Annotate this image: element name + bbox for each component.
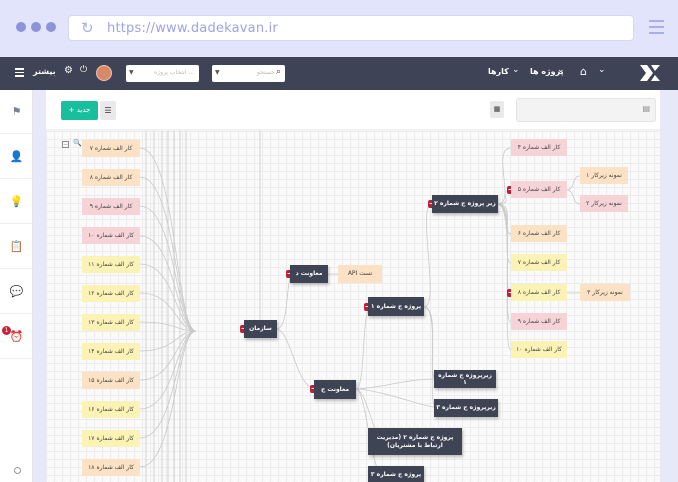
hamburger-icon[interactable] (15, 68, 24, 79)
frame-edge (660, 90, 678, 482)
task-node[interactable]: کار الف شماره ۴ (511, 139, 567, 156)
task-node[interactable]: کار الف شماره ۱۶ (82, 401, 140, 418)
filter-icon[interactable]: ▤ (642, 104, 650, 113)
left-sidebar: ⚑ 👤 💡 📋 💬 ⏰ 1 (0, 90, 33, 482)
window-dot-icon[interactable] (31, 22, 41, 32)
deputy-node[interactable]: معاونت د (290, 265, 328, 283)
chat-icon[interactable]: 💬 (0, 270, 33, 314)
subproject-node[interactable]: زیرپروژه ج شماره ۳ (434, 399, 498, 417)
app-header: بیشتر ⚙ ⏻ ▼ انتخاب پروژه ... ▼ جستجو ⌕ ک… (0, 57, 678, 90)
project-select[interactable]: ▼ انتخاب پروژه ... (126, 65, 199, 82)
subproject-node[interactable]: زیر پروژه ج شماره ۲ (432, 195, 498, 213)
task-node[interactable]: کار الف شماره ۱۳ (82, 314, 140, 331)
chevron-down-icon: ▼ (215, 69, 220, 76)
brand-logo-icon[interactable] (638, 63, 662, 83)
api-test-node[interactable]: API تست (338, 265, 382, 283)
task-node[interactable]: کار الف شماره ۷ (511, 254, 567, 271)
clipboard-icon[interactable]: 📋 (0, 225, 33, 269)
root-node[interactable]: سازمان (244, 320, 277, 338)
url-text[interactable]: https://www.dadekavan.ir (107, 21, 278, 36)
task-node[interactable]: کار الف شماره ۱۸ (82, 459, 140, 476)
zoom-icon[interactable]: 🔍 (73, 139, 82, 147)
search-placeholder: جستجو (257, 69, 275, 76)
alarm-clock-icon[interactable]: ⏰ (0, 315, 33, 359)
flag-icon[interactable]: ⚑ (0, 90, 33, 134)
project-node[interactable]: پروژه ج شماره ۲ (مدیریت ارتباط با مشتریا… (368, 428, 462, 455)
sample-subtask-node[interactable]: نمونه زیرکار ۳ (580, 284, 630, 301)
task-node[interactable]: کار الف شماره ۸ (511, 284, 567, 301)
task-node[interactable]: کار الف شماره ۱۵ (82, 372, 140, 389)
browser-bar: ↻ https://www.dadekavan.ir (0, 0, 678, 56)
lightbulb-icon[interactable]: 💡 (0, 180, 33, 224)
sample-subtask-node[interactable]: نمونه زیرکار ۲ (580, 195, 628, 212)
nav-tasks[interactable]: کارها (488, 67, 509, 76)
list-view-button[interactable]: ☰ (100, 101, 116, 120)
chevron-down-icon[interactable]: ⌄ (512, 65, 520, 75)
task-node[interactable]: کار الف شماره ۱۴ (82, 343, 140, 360)
toolbar-search-input[interactable]: ▤ (516, 98, 656, 122)
window-controls (16, 22, 56, 32)
task-node[interactable]: کار الف شماره ۱۰ (82, 227, 140, 244)
window-dot-icon[interactable] (16, 22, 26, 32)
chevron-down-icon[interactable]: ⌄ (598, 65, 606, 75)
task-node[interactable]: کار الف شماره ۱۰ (511, 341, 567, 358)
project-node[interactable]: پروژه ج شماره ۱ (368, 297, 424, 316)
grid-view-button[interactable]: ▦ (490, 101, 504, 118)
task-node[interactable]: کار الف شماره ۹ (511, 313, 567, 330)
browser-menu-icon[interactable] (649, 20, 664, 38)
task-node[interactable]: کار الف شماره ۸ (82, 169, 140, 186)
toolbar: + جدید ☰ ▦ ▤ (46, 90, 660, 130)
address-bar[interactable]: ↻ https://www.dadekavan.ir (68, 15, 634, 41)
sample-subtask-node[interactable]: نمونه زیرکار ۱ (580, 167, 628, 184)
org-chart[interactable]: − 🔍 ⊞ کار الف شماره ۷ کار الف شماره ۸ کا… (46, 131, 660, 482)
task-node[interactable]: کار الف شماره ۱۲ (82, 285, 140, 302)
task-node[interactable]: کار الف شماره ۶ (511, 225, 567, 242)
header-search-input[interactable]: ▼ جستجو ⌕ (212, 65, 285, 82)
reload-icon[interactable]: ↻ (81, 20, 94, 36)
task-node[interactable]: کار الف شماره ۷ (82, 140, 140, 157)
select-placeholder: انتخاب پروژه ... (154, 69, 194, 76)
project-node[interactable]: پروژه ج شماره ۳ (368, 466, 424, 482)
search-icon[interactable]: ⌕ (276, 67, 281, 77)
collapse-all-icon[interactable]: − (62, 141, 69, 148)
task-node[interactable]: کار الف شماره ۱۱ (82, 256, 140, 273)
chevron-down-icon: ▼ (129, 69, 134, 76)
power-icon[interactable]: ⏻ (80, 65, 87, 75)
task-node[interactable]: کار الف شماره ۱۷ (82, 430, 140, 447)
task-node[interactable]: کار الف شماره ۵ (511, 181, 567, 198)
gear-icon[interactable]: ⚙ (64, 65, 73, 76)
settings-dot-icon[interactable] (14, 467, 21, 474)
home-icon[interactable]: ⌂ (580, 65, 587, 78)
notification-badge: 1 (2, 326, 11, 335)
subproject-node[interactable]: زیرپروژه ج شماره ۱ (434, 370, 496, 388)
avatar[interactable] (96, 65, 112, 81)
user-icon[interactable]: 👤 (0, 135, 33, 179)
more-button[interactable]: بیشتر (33, 67, 56, 76)
window-dot-icon[interactable] (46, 22, 56, 32)
new-button[interactable]: + جدید (61, 101, 98, 120)
deputy-node[interactable]: معاونت ج (314, 380, 356, 399)
task-node[interactable]: کار الف شماره ۹ (82, 198, 140, 215)
chevron-down-icon[interactable]: ⌄ (557, 65, 565, 75)
